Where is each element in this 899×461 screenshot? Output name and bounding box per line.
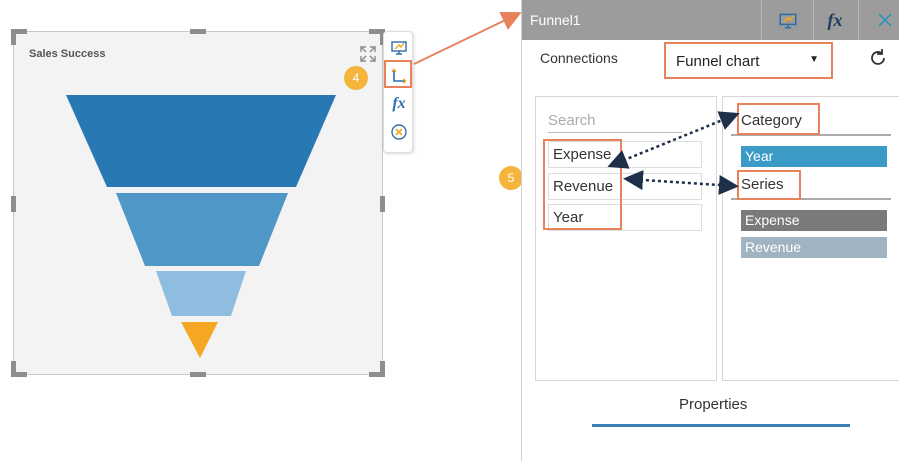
preview-button[interactable] <box>389 37 409 57</box>
preview-icon <box>779 13 797 29</box>
step-badge-5: 5 <box>499 166 523 190</box>
category-chip[interactable]: Year <box>741 146 887 167</box>
highlight-fields <box>543 139 622 230</box>
highlight-data-config <box>384 60 412 88</box>
search-input[interactable]: Search <box>548 111 682 133</box>
funnel-chart <box>66 95 336 358</box>
header-preview-button[interactable] <box>774 4 802 36</box>
preview-icon <box>391 41 407 55</box>
refresh-icon[interactable] <box>867 47 889 69</box>
highlight-series <box>737 170 801 200</box>
properties-tab[interactable]: Properties <box>679 396 747 413</box>
header-divider <box>858 0 859 40</box>
formula-icon: fx <box>827 9 843 30</box>
funnel-segment-2 <box>116 193 288 266</box>
remove-button[interactable] <box>389 122 409 142</box>
screen: Sales Success fx 4 5 Funnel1 fx Connecti… <box>0 0 899 461</box>
step-badge-4: 4 <box>344 66 368 90</box>
close-button[interactable] <box>874 4 896 36</box>
formula-icon: fx <box>392 95 406 112</box>
header-divider <box>761 0 762 40</box>
chart-type-select[interactable]: Funnel chart ▼ <box>664 42 833 79</box>
caret-down-icon: ▼ <box>809 54 819 65</box>
series-chip[interactable]: Revenue <box>741 237 887 258</box>
header-divider <box>813 0 814 40</box>
remove-icon <box>391 124 407 140</box>
funnel-segment-1 <box>66 95 336 187</box>
funnel-segment-4 <box>181 322 218 358</box>
series-chip[interactable]: Expense <box>741 210 887 231</box>
chart-type-value: Funnel chart <box>676 53 760 70</box>
connections-label: Connections <box>540 50 618 66</box>
drop-zones-column: Category Year Series Expense Revenue <box>722 96 899 381</box>
panel-header: Funnel1 fx <box>522 0 899 40</box>
close-icon <box>878 13 892 27</box>
annotation-arrow <box>413 11 522 65</box>
funnel-segment-3 <box>156 271 246 316</box>
header-formula-button[interactable]: fx <box>820 4 850 36</box>
widget-toolbar: fx <box>383 31 413 153</box>
properties-tab-indicator <box>592 424 850 427</box>
properties-panel: Funnel1 fx Connections Funnel chart ▼ Se… <box>521 0 899 461</box>
formula-button[interactable]: fx <box>389 94 409 114</box>
highlight-category <box>737 103 820 135</box>
panel-title: Funnel1 <box>530 12 581 28</box>
funnel-widget[interactable]: Sales Success <box>11 29 385 377</box>
